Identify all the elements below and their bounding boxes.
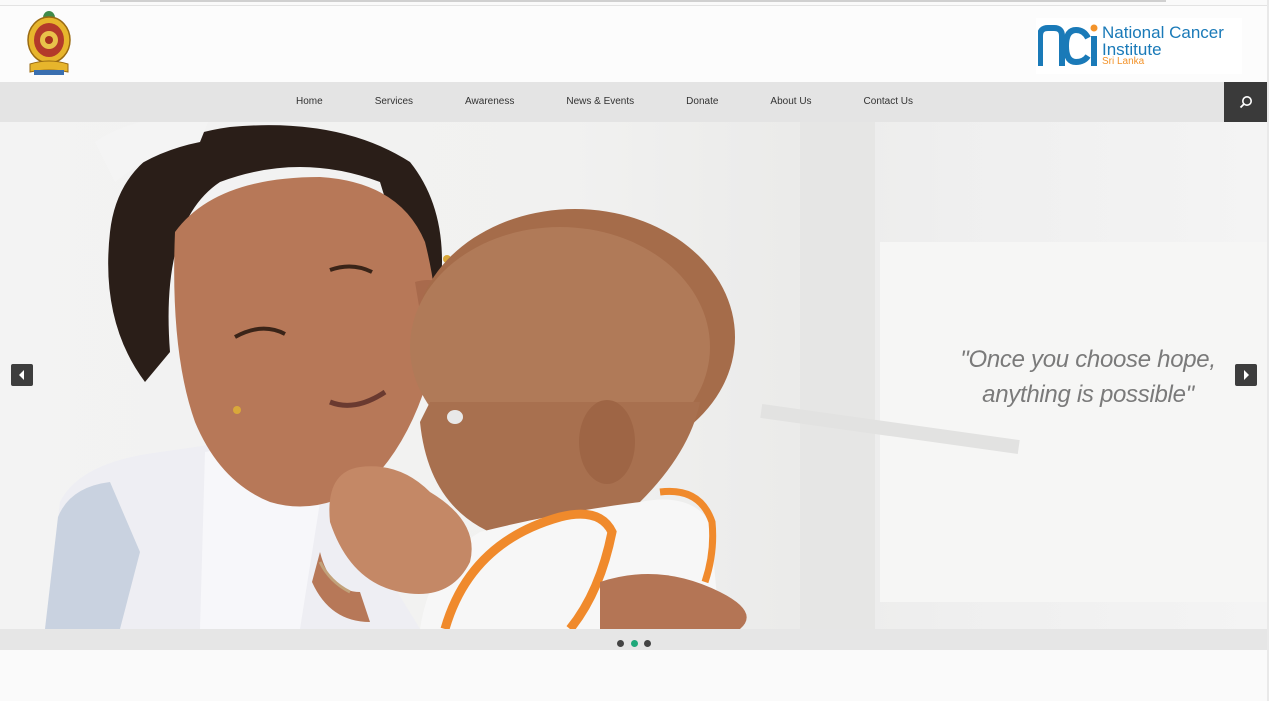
nav-menu: Home Services Awareness News & Events Do… xyxy=(270,82,939,122)
nav-item-about-us[interactable]: About Us xyxy=(744,82,837,122)
nav-item-awareness[interactable]: Awareness xyxy=(439,82,540,122)
nav-item-contact-us[interactable]: Contact Us xyxy=(838,82,939,122)
slider-prev-button[interactable] xyxy=(11,364,33,386)
hero-quote-line1: "Once you choose hope, xyxy=(960,346,1216,373)
hero-quote: "Once you choose hope, anything is possi… xyxy=(910,342,1266,412)
logo-subtitle: Sri Lanka xyxy=(1102,56,1145,67)
chevron-left-icon xyxy=(19,370,24,380)
nav-item-home[interactable]: Home xyxy=(270,82,349,122)
search-icon xyxy=(1239,96,1252,109)
nav-item-donate[interactable]: Donate xyxy=(660,82,744,122)
slider-dot-1[interactable] xyxy=(617,640,624,647)
slider-next-button[interactable] xyxy=(1235,364,1257,386)
top-border xyxy=(100,0,1166,2)
chevron-right-icon xyxy=(1244,370,1249,380)
slider-pagination xyxy=(0,629,1269,650)
hero-slider: "Once you choose hope, anything is possi… xyxy=(0,122,1269,629)
slider-dot-2[interactable] xyxy=(631,640,638,647)
nci-logo[interactable]: National Cancer Institute Sri Lanka xyxy=(1036,18,1242,74)
nci-logo-mark xyxy=(1038,24,1098,66)
logo-title-line1: National Cancer xyxy=(1102,23,1224,42)
main-nav: Home Services Awareness News & Events Do… xyxy=(0,82,1269,122)
sri-lanka-emblem-icon[interactable] xyxy=(26,10,72,76)
hero-quote-line2: anything is possible" xyxy=(982,381,1194,408)
site-header: National Cancer Institute Sri Lanka xyxy=(0,6,1269,82)
nav-item-services[interactable]: Services xyxy=(349,82,439,122)
slider-dot-3[interactable] xyxy=(644,640,651,647)
search-button[interactable] xyxy=(1224,82,1268,122)
nav-item-news-events[interactable]: News & Events xyxy=(540,82,660,122)
